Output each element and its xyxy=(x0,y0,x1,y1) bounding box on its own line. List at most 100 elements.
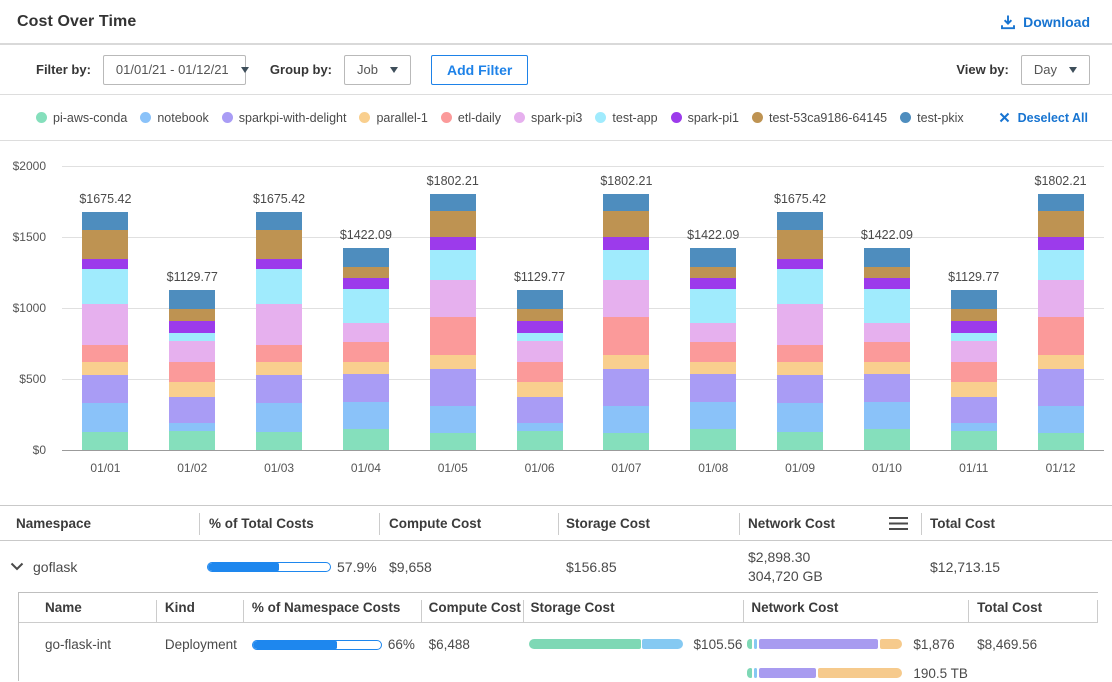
y-axis-tick: $500 xyxy=(0,372,46,386)
legend-item-sparkpi-with-delight[interactable]: sparkpi-with-delight xyxy=(222,111,347,125)
legend-item-spark-pi3[interactable]: spark-pi3 xyxy=(514,111,582,125)
bar-segment-test-53ca9186-64145 xyxy=(430,211,476,237)
bar-total-label: $1422.09 xyxy=(842,228,932,242)
workload-row-go-flask-int[interactable]: go-flask-int Deployment 66% $6,488 $105.… xyxy=(19,623,1098,681)
bar-segment-spark-pi1 xyxy=(169,321,215,333)
chart-bar-01/10[interactable] xyxy=(864,248,910,450)
bar-segment-test-pkix xyxy=(1038,194,1084,211)
chart-bar-01/02[interactable] xyxy=(169,290,215,450)
bar-segment-parallel-1 xyxy=(951,382,997,396)
chart-bar-01/09[interactable] xyxy=(777,212,823,450)
add-filter-button[interactable]: Add Filter xyxy=(431,55,528,85)
download-label: Download xyxy=(1023,14,1090,30)
legend-dot-icon xyxy=(140,112,151,123)
chart-bar-01/11[interactable] xyxy=(951,290,997,450)
network-usage-bar xyxy=(747,668,902,678)
chart-bar-01/06[interactable] xyxy=(517,290,563,450)
legend-item-test-53ca9186-64145[interactable]: test-53ca9186-64145 xyxy=(752,111,887,125)
view-by-select[interactable]: Day xyxy=(1021,55,1090,85)
legend-label: notebook xyxy=(157,111,208,125)
bar-segment-sparkpi-with-delight xyxy=(1038,369,1084,405)
legend-item-etl-daily[interactable]: etl-daily xyxy=(441,111,501,125)
bar-segment-test-53ca9186-64145 xyxy=(951,309,997,321)
bar-segment-test-app xyxy=(951,333,997,342)
bar-segment-test-app xyxy=(864,289,910,323)
date-range-select[interactable]: 01/01/21 - 01/12/21 xyxy=(103,55,246,85)
download-button[interactable]: Download xyxy=(1000,14,1090,30)
bar-total-label: $1802.21 xyxy=(408,174,498,188)
mini-bar-segment-blue xyxy=(642,639,683,649)
workload-kind: Deployment xyxy=(156,636,243,653)
legend-item-test-pkix[interactable]: test-pkix xyxy=(900,111,964,125)
pct-total-value: 57.9% xyxy=(337,559,377,575)
pct-namespace-value: 66% xyxy=(388,636,415,653)
col-compute-cost: Compute Cost xyxy=(421,593,523,622)
bar-segment-test-pkix xyxy=(864,248,910,267)
column-settings-icon[interactable] xyxy=(888,516,909,534)
namespace-table: Namespace % of Total Costs Compute Cost … xyxy=(0,505,1112,681)
legend-item-test-app[interactable]: test-app xyxy=(595,111,657,125)
bar-segment-test-app xyxy=(82,269,128,304)
bar-segment-pi-aws-conda xyxy=(603,433,649,450)
mini-bar-segment-green xyxy=(747,639,752,649)
chevron-down-icon xyxy=(241,67,249,73)
gridline xyxy=(62,308,1104,309)
legend-item-spark-pi1[interactable]: spark-pi1 xyxy=(671,111,739,125)
namespace-row-goflask[interactable]: goflask 57.9% $9,658 $156.85 $2,898.30 3… xyxy=(0,541,1112,592)
bar-segment-spark-pi3 xyxy=(777,304,823,345)
bar-segment-parallel-1 xyxy=(1038,355,1084,369)
bar-segment-spark-pi3 xyxy=(864,323,910,342)
legend-item-notebook[interactable]: notebook xyxy=(140,111,208,125)
bar-segment-test-53ca9186-64145 xyxy=(169,309,215,321)
bar-segment-parallel-1 xyxy=(256,362,302,375)
x-icon xyxy=(999,112,1010,123)
bar-segment-sparkpi-with-delight xyxy=(951,397,997,424)
bar-segment-test-53ca9186-64145 xyxy=(603,211,649,237)
bar-segment-pi-aws-conda xyxy=(777,432,823,450)
chart-bar-01/03[interactable] xyxy=(256,212,302,450)
legend-item-pi-aws-conda[interactable]: pi-aws-conda xyxy=(36,111,127,125)
chart-bar-01/04[interactable] xyxy=(343,248,389,450)
bar-segment-test-53ca9186-64145 xyxy=(256,230,302,259)
col-storage-cost: Storage Cost xyxy=(558,506,739,540)
bar-segment-test-app xyxy=(777,269,823,304)
legend-dot-icon xyxy=(222,112,233,123)
bar-segment-sparkpi-with-delight xyxy=(169,397,215,424)
col-name: Name xyxy=(19,593,156,622)
mini-bar-segment-green xyxy=(747,668,752,678)
bar-segment-etl-daily xyxy=(951,362,997,382)
bar-segment-spark-pi1 xyxy=(951,321,997,333)
chart-bar-01/05[interactable] xyxy=(430,194,476,450)
namespace-table-header: Namespace % of Total Costs Compute Cost … xyxy=(0,505,1112,541)
chart-bar-01/08[interactable] xyxy=(690,248,736,450)
storage-cost-bar xyxy=(529,639,683,649)
pct-total-progress-bar xyxy=(207,562,331,572)
chart-bar-01/07[interactable] xyxy=(603,194,649,450)
chart-bar-01/01[interactable] xyxy=(82,212,128,450)
bar-total-label: $1129.77 xyxy=(929,270,1019,284)
legend-item-parallel-1[interactable]: parallel-1 xyxy=(359,111,427,125)
workload-network-usage: 190.5 TB xyxy=(913,665,968,682)
deselect-all-button[interactable]: Deselect All xyxy=(999,111,1088,125)
bar-segment-test-pkix xyxy=(777,212,823,230)
chevron-down-icon[interactable] xyxy=(10,562,24,571)
workload-subtable-header: Name Kind % of Namespace Costs Compute C… xyxy=(19,593,1098,623)
bar-segment-test-app xyxy=(430,250,476,280)
x-axis-tick: 01/01 xyxy=(70,461,140,475)
bar-segment-parallel-1 xyxy=(430,355,476,369)
network-cost-bar xyxy=(747,639,902,649)
col-kind: Kind xyxy=(156,593,243,622)
gridline xyxy=(62,237,1104,238)
bar-segment-notebook xyxy=(603,406,649,433)
bar-segment-etl-daily xyxy=(603,317,649,355)
bar-segment-pi-aws-conda xyxy=(864,429,910,450)
legend-dot-icon xyxy=(514,112,525,123)
ns-network-cost: $2,898.30 304,720 GB xyxy=(739,548,921,586)
col-compute-cost: Compute Cost xyxy=(379,506,558,540)
bar-segment-test-pkix xyxy=(951,290,997,309)
group-by-select[interactable]: Job xyxy=(344,55,411,85)
bar-segment-test-pkix xyxy=(603,194,649,211)
chart-bar-01/12[interactable] xyxy=(1038,194,1084,450)
bar-segment-pi-aws-conda xyxy=(951,431,997,449)
bar-segment-spark-pi1 xyxy=(690,278,736,289)
